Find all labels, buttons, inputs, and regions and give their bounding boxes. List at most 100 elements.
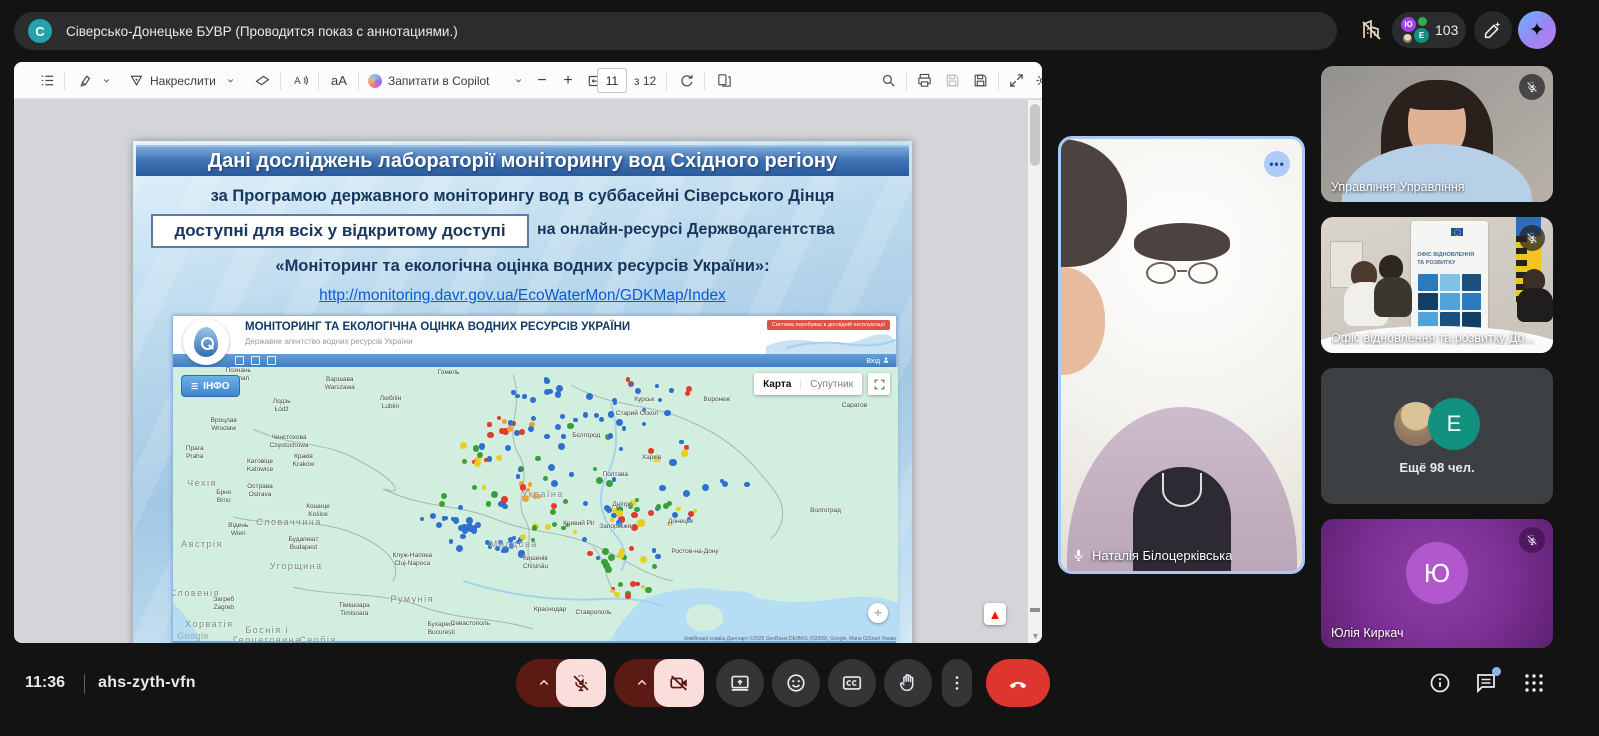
map-pan-control[interactable]: ✛ <box>868 603 888 623</box>
more-options-button[interactable] <box>942 659 972 707</box>
annotate-button[interactable] <box>1474 11 1512 49</box>
raise-hand-button[interactable] <box>884 659 932 707</box>
monitoring-station-dot <box>548 464 555 471</box>
zoom-out-button[interactable]: − <box>534 62 550 99</box>
monitoring-station-dot <box>616 520 622 526</box>
monitoring-station-dot <box>551 503 557 509</box>
monitoring-station-dot <box>669 459 676 466</box>
participant-tile-office[interactable]: ОФІС ВІДНОВЛЕННЯТА РОЗВИТКУ Офіс відновл… <box>1321 217 1553 353</box>
login-link[interactable]: Вхід <box>866 356 890 365</box>
speaker-tile[interactable]: ••• Наталія Білоцерківська <box>1058 136 1305 574</box>
map-canvas[interactable]: ☰ІНФО Карта Супутник ✛ Комбінації клавіш… <box>173 367 898 643</box>
rotate-button[interactable] <box>674 62 698 99</box>
draw-dropdown[interactable] <box>222 62 238 99</box>
google-meet-window: C Сіверсько-Донецьке БУВР (Проводится по… <box>0 0 1599 736</box>
map-button[interactable]: Карта <box>754 379 800 390</box>
monitoring-station-dot <box>629 382 633 386</box>
map-fullscreen-button[interactable] <box>868 373 890 395</box>
monitoring-station-dot <box>655 384 659 388</box>
tile-more-options-button[interactable]: ••• <box>1264 151 1290 177</box>
meeting-details-button[interactable] <box>1428 671 1452 695</box>
monitoring-station-dot <box>616 419 623 426</box>
present-button[interactable] <box>716 659 764 707</box>
map-geography <box>173 367 898 643</box>
camera-toggle-button[interactable] <box>654 659 704 707</box>
save-as-button[interactable] <box>968 62 992 99</box>
search-button[interactable] <box>876 62 900 99</box>
screen-share-region: Накреслити аА Запитати в Copilot − + 11 … <box>14 62 1042 643</box>
mic-on-icon <box>1071 548 1086 563</box>
slide-link[interactable]: http://monitoring.davr.gov.ua/EcoWaterMo… <box>319 287 726 304</box>
monitoring-station-dot <box>508 420 513 425</box>
monitoring-station-dot <box>536 494 541 499</box>
copilot-icon[interactable] <box>366 62 384 99</box>
gemini-button[interactable]: ✦ <box>1518 11 1556 49</box>
monitoring-station-dot <box>458 505 463 510</box>
satellite-button[interactable]: Супутник <box>800 379 862 390</box>
monitoring-station-dot <box>676 507 681 512</box>
activities-button[interactable] <box>1522 671 1546 695</box>
pdf-scrollbar[interactable]: ▼ <box>1028 100 1042 643</box>
info-button[interactable]: ☰ІНФО <box>181 375 240 397</box>
monitoring-station-dot <box>681 450 687 456</box>
page-view-button[interactable] <box>712 62 736 99</box>
zoom-in-button[interactable]: + <box>560 62 576 99</box>
read-aloud-button[interactable] <box>286 62 314 99</box>
monitoring-station-dot <box>474 460 481 467</box>
chat-notification-dot <box>1492 667 1501 676</box>
monitoring-station-dot <box>669 388 674 393</box>
menu-icon[interactable] <box>267 356 276 365</box>
copilot-label[interactable]: Запитати в Copilot <box>388 62 490 99</box>
participant-tile-yuliya[interactable]: Ю Юлія Киркач <box>1321 519 1553 648</box>
monitoring-station-dot <box>555 391 561 397</box>
settings-button[interactable] <box>1030 62 1042 99</box>
mic-toggle-button[interactable] <box>556 659 606 707</box>
monitoring-station-dot <box>471 528 477 534</box>
avatar: E <box>1428 398 1480 450</box>
monitoring-station-dot <box>499 428 505 434</box>
monitoring-station-dot <box>501 496 508 503</box>
print-button[interactable] <box>912 62 936 99</box>
draw-icon[interactable] <box>124 62 148 99</box>
translate-button[interactable]: аА <box>326 62 352 99</box>
slide-text: на онлайн-ресурсі Держводагентства <box>537 221 835 239</box>
avatar: Ю <box>1401 17 1416 32</box>
fullscreen-button[interactable] <box>1004 62 1028 99</box>
portal-header: МОНІТОРИНГ ТА ЕКОЛОГІЧНА ОЦІНКА ВОДНИХ Р… <box>173 316 896 354</box>
copilot-dropdown[interactable] <box>510 62 526 99</box>
participants-button[interactable]: Ю E 103 <box>1392 12 1466 48</box>
leave-call-button[interactable] <box>986 659 1050 707</box>
monitoring-station-dot <box>722 481 728 487</box>
page-number-input[interactable]: 11 <box>597 68 627 93</box>
highlight-dropdown[interactable] <box>98 62 114 99</box>
eu-flag-icon <box>1451 228 1463 236</box>
monitoring-station-dot <box>659 485 666 492</box>
scrollbar-thumb[interactable] <box>1030 104 1040 166</box>
monitoring-station-dot <box>652 564 657 569</box>
map-type-control[interactable]: Карта Супутник <box>754 373 862 395</box>
slide-subtitle: за Програмою державного моніторингу вод … <box>133 187 912 206</box>
monitoring-station-dot <box>648 448 654 454</box>
toc-button[interactable] <box>34 62 60 99</box>
monitoring-station-dot <box>466 517 473 524</box>
more-participants-label: Ещё 98 чел. <box>1399 460 1474 475</box>
monitoring-station-dot <box>596 477 603 484</box>
captions-button[interactable] <box>828 659 876 707</box>
save-button[interactable] <box>940 62 964 99</box>
reactions-button[interactable] <box>772 659 820 707</box>
draw-label[interactable]: Накреслити <box>150 62 216 99</box>
menu-icon[interactable] <box>251 356 260 365</box>
more-participants-tile[interactable]: E Ещё 98 чел. <box>1321 368 1553 504</box>
monitoring-station-dot <box>608 554 615 561</box>
participant-tile-upravlinnia[interactable]: Управління Управління <box>1321 66 1553 202</box>
monitoring-station-dot <box>475 522 481 528</box>
menu-icon[interactable] <box>235 356 244 365</box>
participant-count: 103 <box>1435 22 1458 38</box>
chat-button[interactable] <box>1474 671 1498 695</box>
acrobat-extension-badge[interactable]: ▲ <box>984 603 1006 625</box>
scrollbar-down-arrow[interactable]: ▼ <box>1031 631 1040 641</box>
eraser-button[interactable] <box>250 62 274 99</box>
map-attribution: Комбінації клавіш Дані карт ©2025 GeoBas… <box>684 636 896 642</box>
slide-text: «Моніторинг та екологічна оцінка водних … <box>133 257 912 276</box>
highlight-button[interactable] <box>72 62 96 99</box>
